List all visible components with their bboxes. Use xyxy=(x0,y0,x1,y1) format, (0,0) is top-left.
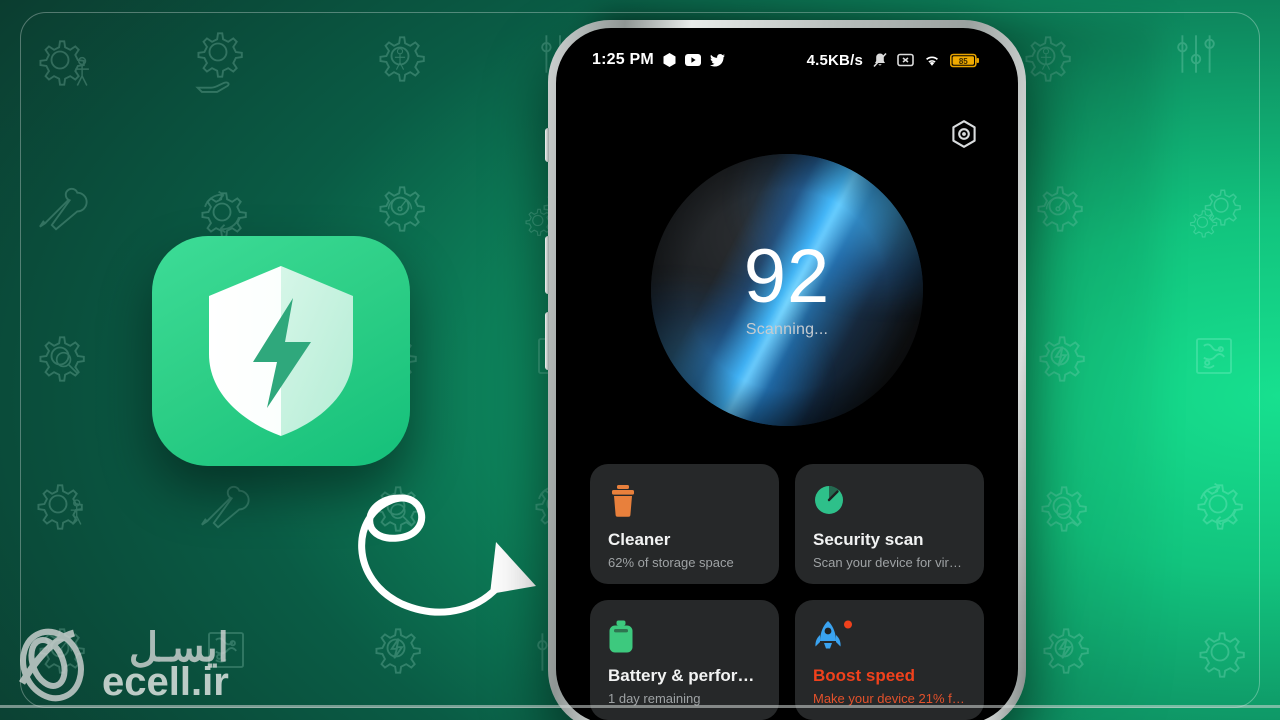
network-speed-text: 4.5KB/s xyxy=(806,51,863,69)
shield-icon xyxy=(209,266,353,436)
phone-mockup: 1:25 PM 4.5KB/s 85 92 Scanning... Cleane… xyxy=(545,20,1026,720)
watermark-logo: ایسـل ecell.ir xyxy=(8,617,248,712)
box-x-icon xyxy=(897,53,914,67)
card-subtitle: 62% of storage space xyxy=(608,555,734,570)
status-clock: 1:25 PM xyxy=(592,51,654,68)
status-bar-right: 4.5KB/s 85 xyxy=(807,52,980,69)
card-subtitle: Make your device 21% fast… xyxy=(813,691,968,706)
card-boost-speed[interactable]: Boost speed Make your device 21% fast… xyxy=(795,600,984,720)
trash-can-icon xyxy=(608,484,763,524)
status-bar-left: 1:25 PM xyxy=(592,51,725,69)
card-title: Boost speed xyxy=(813,666,916,685)
scan-orb[interactable]: 92 Scanning... xyxy=(651,154,923,426)
hexagon-icon xyxy=(663,53,676,67)
scan-orb-container[interactable]: 92 Scanning... xyxy=(556,140,1018,440)
bell-muted-icon xyxy=(872,52,888,68)
phone-screen: 1:25 PM 4.5KB/s 85 92 Scanning... Cleane… xyxy=(556,28,1018,720)
status-bar: 1:25 PM 4.5KB/s 85 xyxy=(556,28,1018,92)
card-title: Security scan xyxy=(813,530,924,549)
battery-level-text: 85 xyxy=(959,57,968,66)
card-subtitle: Scan your device for viruses xyxy=(813,555,968,570)
phone-button-volume-down[interactable] xyxy=(545,312,549,370)
feature-card-grid: Cleaner 62% of storage space Security sc… xyxy=(590,464,984,720)
phone-button-volume-up[interactable] xyxy=(545,236,549,294)
card-title: Cleaner xyxy=(608,530,671,549)
youtube-icon xyxy=(684,54,701,66)
app-icon-container xyxy=(152,236,410,466)
battery-indicator: 85 xyxy=(950,53,980,68)
scan-score: 92 xyxy=(743,233,831,319)
scan-status-text: Scanning... xyxy=(745,321,829,339)
notification-badge-dot xyxy=(844,620,852,629)
watermark-latin-text: ecell.ir xyxy=(102,659,229,704)
card-security-scan[interactable]: Security scan Scan your device for virus… xyxy=(795,464,984,584)
card-battery-performance[interactable]: Battery & perform… 1 day remaining xyxy=(590,600,779,720)
card-cleaner[interactable]: Cleaner 62% of storage space xyxy=(590,464,779,584)
rocket-icon xyxy=(813,620,968,660)
card-title: Battery & perform… xyxy=(608,666,763,685)
shield-bolt-security-app-icon xyxy=(152,236,410,466)
ecell-mark-icon xyxy=(18,628,84,701)
phone-button-mute[interactable] xyxy=(545,128,549,162)
battery-icon xyxy=(608,620,763,660)
scan-orb-text: 92 Scanning... xyxy=(651,154,923,426)
twitter-icon xyxy=(709,53,725,67)
wifi-icon xyxy=(923,53,941,67)
pie-shield-scan-icon xyxy=(813,484,968,524)
card-subtitle: 1 day remaining xyxy=(608,691,701,706)
